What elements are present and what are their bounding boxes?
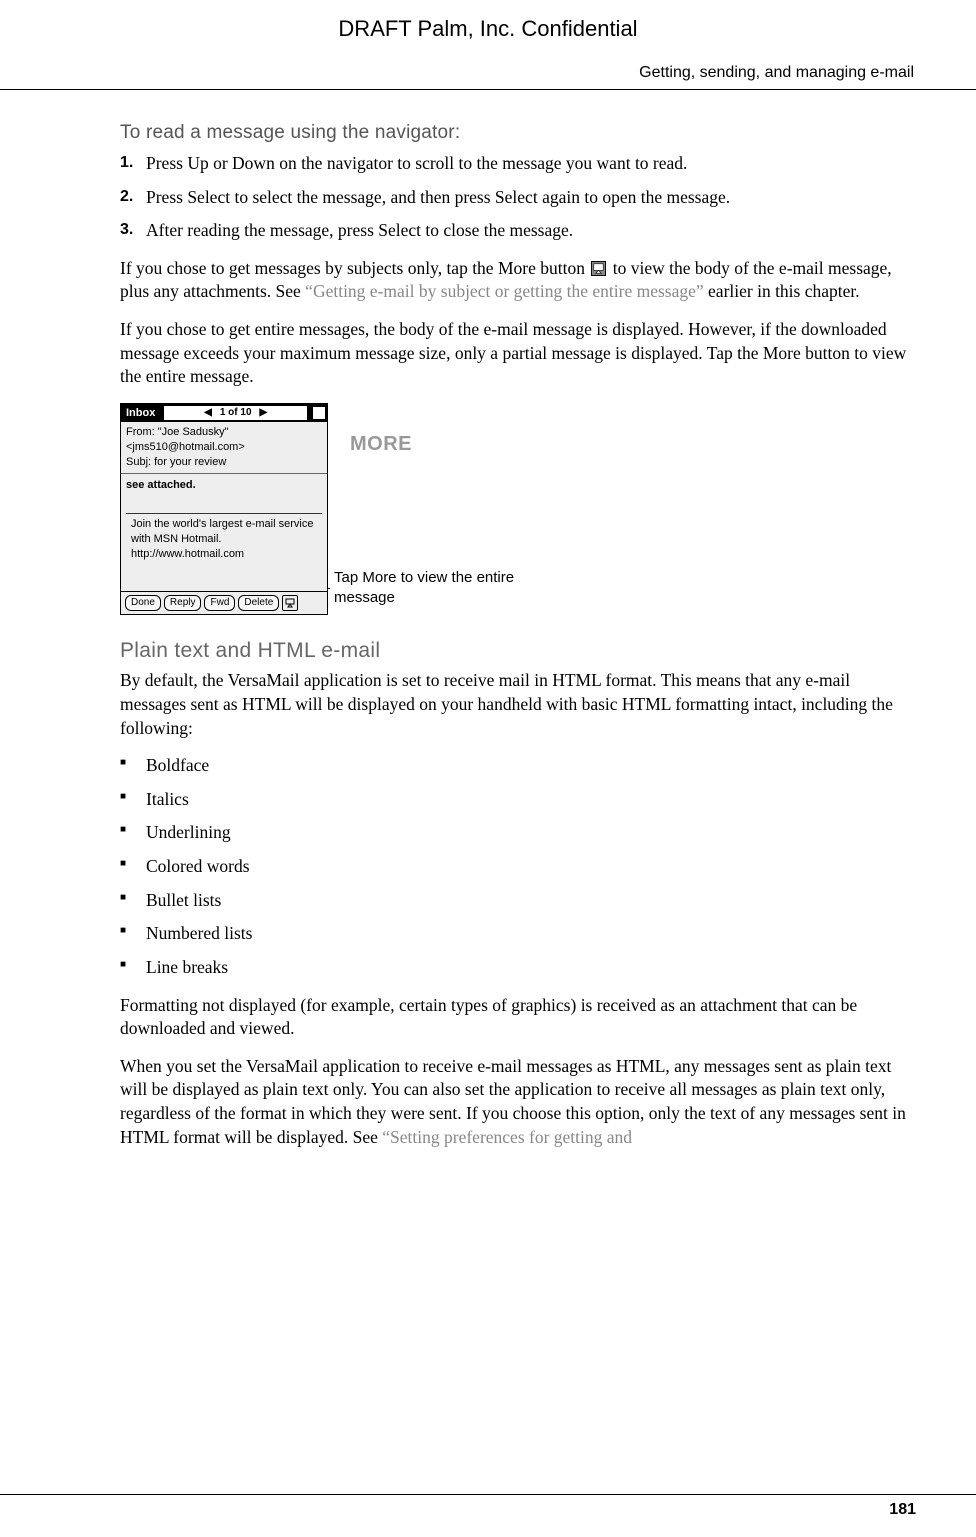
page-number: 181	[889, 1499, 916, 1521]
more-caption-row: Tap More to view the entire message	[350, 568, 554, 609]
draft-header: DRAFT Palm, Inc. Confidential	[0, 0, 976, 50]
step-number-3: 3.	[120, 219, 146, 243]
step-3: 3. After reading the message, press Sele…	[120, 219, 914, 243]
step-1: 1. Press Up or Down on the navigator to …	[120, 152, 914, 176]
footer-rule	[0, 1494, 976, 1495]
step-number-2: 2.	[120, 186, 146, 210]
para1-a: If you chose to get messages by subjects…	[120, 258, 589, 278]
step-text-1: Press Up or Down on the navigator to scr…	[146, 152, 914, 176]
more-caption: Tap More to view the entire message	[334, 568, 554, 609]
section-para1: By default, the VersaMail application is…	[120, 669, 914, 740]
section-para2: Formatting not displayed (for example, c…	[120, 994, 914, 1041]
step-text-3: After reading the message, press Select …	[146, 219, 914, 243]
screenshot-fwd-button: Fwd	[204, 595, 235, 611]
screenshot-subj: Subj: for your review	[126, 455, 322, 470]
next-arrow-icon: ▶	[260, 406, 268, 420]
figure-row: Inbox ◀ 1 of 10 ▶ From: "Joe Sadusky" <j…	[120, 403, 914, 615]
step-2: 2. Press Select to select the message, a…	[120, 186, 914, 210]
step-text-2: Press Select to select the message, and …	[146, 186, 914, 210]
prev-arrow-icon: ◀	[204, 406, 212, 420]
bullet-boldface: Boldface	[120, 754, 914, 778]
bullet-colored-words: Colored words	[120, 855, 914, 879]
bullet-list: Boldface Italics Underlining Colored wor…	[120, 754, 914, 979]
bullet-line-breaks: Line breaks	[120, 956, 914, 980]
section-heading: Plain text and HTML e-mail	[120, 637, 914, 665]
bullet-underlining: Underlining	[120, 821, 914, 845]
screenshot-email: <jms510@hotmail.com>	[126, 440, 322, 455]
screenshot-delete-button: Delete	[238, 595, 279, 611]
para-entire-messages: If you chose to get entire messages, the…	[120, 318, 914, 389]
para1-c: earlier in this chapter.	[704, 281, 860, 301]
screenshot-counter: 1 of 10	[220, 406, 252, 420]
section-para3: When you set the VersaMail application t…	[120, 1055, 914, 1150]
running-head: Getting, sending, and managing e-mail	[0, 62, 976, 90]
screenshot-reply-button: Reply	[164, 595, 202, 611]
screenshot-counter-wrap: ◀ 1 of 10 ▶	[164, 406, 307, 420]
more-icon	[591, 261, 606, 276]
para1-link: “Getting e-mail by subject or getting th…	[305, 281, 703, 301]
device-screenshot: Inbox ◀ 1 of 10 ▶ From: "Joe Sadusky" <j…	[120, 403, 328, 615]
screenshot-more-button-icon	[282, 595, 298, 611]
section-para3-link: “Setting preferences for getting and	[382, 1127, 632, 1147]
bullet-numbered-lists: Numbered lists	[120, 922, 914, 946]
screenshot-right-icon	[313, 407, 325, 419]
screenshot-signature: Join the world's largest e-mail service …	[126, 513, 322, 565]
steps-list: 1. Press Up or Down on the navigator to …	[120, 152, 914, 243]
screenshot-done-button: Done	[125, 595, 161, 611]
step-number-1: 1.	[120, 152, 146, 176]
screenshot-meta: From: "Joe Sadusky" <jms510@hotmail.com>…	[121, 422, 327, 475]
bullet-bullet-lists: Bullet lists	[120, 889, 914, 913]
callout-column: MORE Tap More to view the entire message	[350, 403, 554, 609]
bullet-italics: Italics	[120, 788, 914, 812]
screenshot-tab: Inbox	[123, 406, 158, 421]
screenshot-body: see attached.	[121, 474, 327, 497]
screenshot-footer: Done Reply Fwd Delete	[121, 591, 327, 614]
screenshot-from: From: "Joe Sadusky"	[126, 425, 322, 440]
task-heading: To read a message using the navigator:	[120, 120, 914, 146]
screenshot-header: Inbox ◀ 1 of 10 ▶	[121, 404, 327, 422]
para-more-button: If you chose to get messages by subjects…	[120, 257, 914, 304]
more-label: MORE	[350, 431, 554, 458]
